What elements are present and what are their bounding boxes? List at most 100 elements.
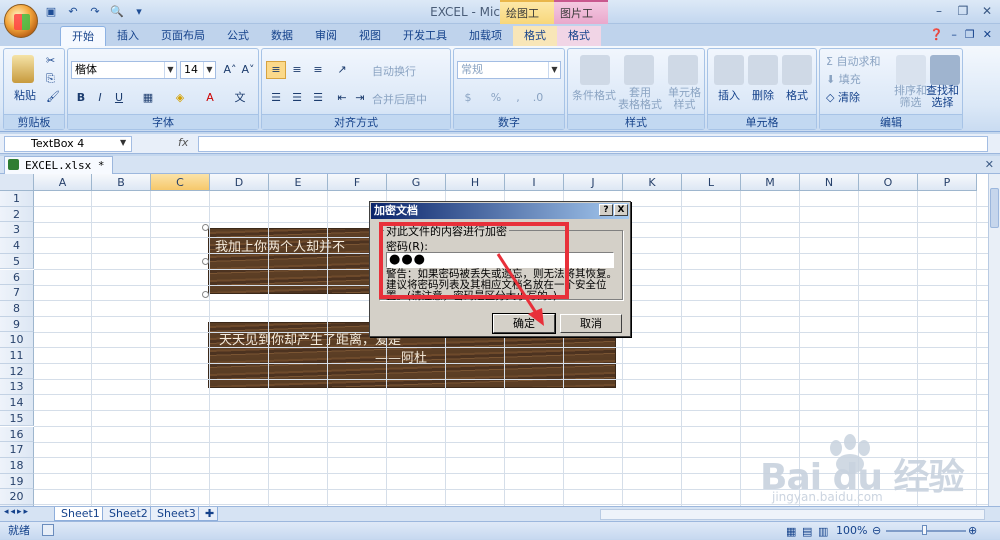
dialog-help-button[interactable]: ? [599, 204, 613, 216]
ribbon-close-icon[interactable]: ✕ [983, 28, 992, 41]
redo-icon[interactable]: ↷ [86, 4, 104, 20]
sheet-tab-3[interactable]: Sheet3 [150, 507, 203, 521]
row-header-2[interactable]: 2 [0, 206, 34, 223]
row-header-7[interactable]: 7 [0, 285, 34, 301]
column-header-a[interactable]: A [34, 174, 92, 191]
row-header-6[interactable]: 6 [0, 269, 34, 286]
minimize-icon[interactable]: – [930, 4, 948, 18]
macro-record-icon[interactable] [42, 524, 54, 536]
align-center-icon[interactable]: ☰ [287, 89, 307, 107]
cell-styles-icon[interactable] [668, 55, 698, 85]
format-table-icon[interactable] [624, 55, 654, 85]
shrink-font-icon[interactable]: A˅ [238, 61, 258, 79]
row-header-4[interactable]: 4 [0, 238, 34, 254]
find-select-button[interactable]: 查找和 选择 [926, 85, 959, 109]
align-bottom-icon[interactable]: ≡ [308, 61, 328, 79]
column-header-b[interactable]: B [92, 174, 151, 191]
grow-font-icon[interactable]: A˄ [220, 61, 240, 79]
underline-button[interactable]: U [109, 89, 129, 107]
wrap-text-button[interactable]: 自动换行 [372, 63, 416, 79]
row-header-10[interactable]: 10 [0, 332, 34, 348]
increase-decimal-icon[interactable]: .0 [528, 89, 548, 107]
save-icon[interactable]: ▣ [42, 4, 60, 20]
column-header-k[interactable]: K [623, 174, 682, 191]
tab-view[interactable]: 视图 [348, 26, 392, 46]
row-header-12[interactable]: 12 [0, 363, 34, 380]
delete-cells-icon[interactable] [748, 55, 778, 85]
row-header-19[interactable]: 19 [0, 473, 34, 490]
ribbon-restore-icon[interactable]: ❐ [965, 28, 975, 41]
decrease-indent-icon[interactable]: ⇤ [332, 89, 352, 107]
resize-handle[interactable] [202, 224, 209, 231]
office-button[interactable] [4, 4, 38, 38]
customize-qat-icon[interactable]: ▾ [130, 4, 148, 20]
insert-sheet-icon[interactable]: ✚ [198, 507, 218, 521]
font-color-icon[interactable]: A [200, 89, 220, 107]
sheet-nav-icon[interactable]: ◂◂▸▸ [4, 507, 30, 517]
tab-addins[interactable]: 加载项 [458, 26, 513, 46]
insert-cells-button[interactable]: 插入 [718, 87, 740, 103]
tab-review[interactable]: 审阅 [304, 26, 348, 46]
tab-drawing-format[interactable]: 格式 [513, 26, 557, 46]
column-header-o[interactable]: O [859, 174, 918, 191]
percent-button[interactable]: % [486, 89, 506, 107]
increase-indent-icon[interactable]: ⇥ [350, 89, 370, 107]
row-header-8[interactable]: 8 [0, 300, 34, 317]
row-header-5[interactable]: 5 [0, 253, 34, 270]
column-header-g[interactable]: G [387, 174, 446, 191]
insert-cells-icon[interactable] [714, 55, 744, 85]
row-header-20[interactable]: 20 [0, 489, 34, 505]
column-header-p[interactable]: P [918, 174, 977, 191]
fill-color-icon[interactable]: ◈ [170, 89, 190, 107]
fill-button[interactable]: ⬇ 填充 [826, 71, 861, 87]
select-all-corner[interactable] [0, 174, 34, 191]
workbook-tab[interactable]: EXCEL.xlsx * [4, 156, 114, 174]
zoom-out-icon[interactable]: ⊖ [872, 522, 881, 539]
column-header-h[interactable]: H [446, 174, 505, 191]
name-box-dropdown-icon[interactable]: ▼ [120, 138, 126, 147]
borders-icon[interactable]: ▦ [138, 89, 158, 107]
orientation-icon[interactable]: ↗ [332, 61, 352, 79]
conditional-format-icon[interactable] [580, 55, 610, 85]
autosum-button[interactable]: Σ 自动求和 [826, 53, 880, 69]
column-header-f[interactable]: F [328, 174, 387, 191]
print-preview-icon[interactable]: 🔍 [108, 4, 126, 20]
vertical-scrollbar[interactable] [988, 174, 1000, 506]
column-header-i[interactable]: I [505, 174, 564, 191]
align-middle-icon[interactable]: ≡ [287, 61, 307, 79]
format-table-button[interactable]: 套用 表格格式 [618, 87, 662, 111]
number-format-combo[interactable]: 常规 ▼ [457, 61, 561, 79]
row-header-16[interactable]: 16 [0, 426, 34, 443]
row-header-15[interactable]: 15 [0, 410, 34, 427]
vertical-scroll-thumb[interactable] [990, 188, 999, 228]
cancel-button[interactable]: 取消 [560, 314, 622, 333]
name-box[interactable]: TextBox 4 [4, 136, 132, 152]
chevron-down-icon[interactable]: ▼ [164, 62, 176, 78]
dialog-close-button[interactable]: X [614, 204, 628, 216]
view-normal-icon[interactable]: ▦ [786, 523, 796, 540]
delete-cells-button[interactable]: 删除 [752, 87, 774, 103]
tab-developer[interactable]: 开发工具 [392, 26, 458, 46]
cut-icon[interactable]: ✂ [46, 54, 55, 67]
close-icon[interactable]: ✕ [978, 4, 996, 18]
cell-styles-button[interactable]: 单元格 样式 [668, 87, 701, 111]
column-header-e[interactable]: E [269, 174, 328, 191]
row-header-9[interactable]: 9 [0, 316, 34, 333]
align-right-icon[interactable]: ☰ [308, 89, 328, 107]
row-header-13[interactable]: 13 [0, 379, 34, 396]
font-name-combo[interactable]: 楷体 ▼ [71, 61, 177, 79]
resize-handle[interactable] [202, 291, 209, 298]
merge-center-button[interactable]: 合并后居中 [372, 91, 427, 107]
zoom-in-icon[interactable]: ⊕ [968, 522, 977, 539]
sheet-tab-1[interactable]: Sheet1 [54, 507, 107, 521]
workbook-close-icon[interactable]: ✕ [985, 158, 994, 171]
conditional-format-button[interactable]: 条件格式 [572, 87, 616, 103]
column-header-j[interactable]: J [564, 174, 623, 191]
sort-filter-button[interactable]: 排序和 筛选 [894, 85, 927, 109]
row-header-1[interactable]: 1 [0, 191, 34, 207]
horizontal-scrollbar[interactable] [600, 509, 985, 520]
tab-picture-format[interactable]: 格式 [557, 26, 601, 46]
tab-home[interactable]: 开始 [60, 26, 106, 46]
restore-icon[interactable]: ❐ [954, 4, 972, 18]
resize-handle[interactable] [202, 258, 209, 265]
